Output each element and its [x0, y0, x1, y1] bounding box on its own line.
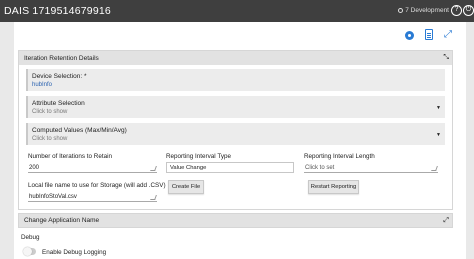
- reporting-length-label: Reporting Interval Length: [304, 153, 375, 160]
- reporting-length-input[interactable]: Click to set: [304, 162, 438, 173]
- retention-card: Iteration Retention Details ⤡ Device Sel…: [19, 51, 452, 209]
- computed-values-hint: Click to show: [32, 136, 68, 142]
- app-name-card-header[interactable]: Change Application Name ⤢: [19, 214, 452, 227]
- computed-values[interactable]: Computed Values (Max/Min/Avg) Click to s…: [26, 123, 445, 145]
- device-selection[interactable]: Device Selection: * hubInfo: [26, 69, 445, 91]
- reporting-type-value: Value Change: [170, 165, 207, 171]
- storage-file-value: hubInfoStoVal.csv: [29, 194, 77, 200]
- iterations-input[interactable]: 200: [28, 162, 157, 173]
- resize-handle-icon[interactable]: [431, 166, 438, 171]
- environment-label: 7 Development: [405, 7, 449, 14]
- top-bar: DAIS 1719514679916 7 Development ? ⏻: [0, 0, 474, 22]
- app-title: DAIS 1719514679916: [4, 5, 111, 17]
- resize-handle-icon[interactable]: [150, 195, 157, 200]
- debug-toggle-label: Enable Debug Logging: [42, 249, 107, 256]
- storage-file-input[interactable]: hubInfoStoVal.csv: [28, 191, 157, 202]
- reporting-length-placeholder: Click to set: [305, 165, 335, 171]
- app-name-card[interactable]: Change Application Name ⤢: [19, 214, 452, 227]
- power-icon[interactable]: ⏻: [463, 5, 474, 16]
- reporting-type-select[interactable]: Value Change: [166, 162, 294, 173]
- device-selection-value[interactable]: hubInfo: [32, 82, 52, 88]
- storage-file-label: Local file name to use for Storage (will…: [28, 182, 166, 189]
- expand-icon[interactable]: ⤢: [443, 217, 449, 225]
- retention-card-title: Iteration Retention Details: [24, 55, 99, 62]
- iterations-label: Number of Iterations to Retain: [28, 153, 112, 160]
- device-selection-label: Device Selection: *: [32, 73, 87, 80]
- hub-icon: [398, 8, 404, 13]
- resize-handle-icon[interactable]: [150, 166, 157, 171]
- collapse-icon[interactable]: ⤡: [443, 54, 449, 62]
- restart-reporting-button[interactable]: Restart Reporting: [308, 180, 359, 194]
- document-icon[interactable]: [425, 29, 433, 40]
- expand-icon[interactable]: ⤢: [444, 30, 454, 40]
- computed-values-label: Computed Values (Max/Min/Avg): [32, 127, 127, 134]
- attribute-selection-label: Attribute Selection: [32, 100, 85, 107]
- attribute-selection-hint: Click to show: [32, 109, 68, 115]
- chevron-down-icon[interactable]: ▼: [436, 105, 441, 111]
- iterations-value: 200: [29, 165, 40, 171]
- app-name-card-title: Change Application Name: [24, 217, 100, 224]
- debug-toggle[interactable]: [23, 247, 36, 256]
- debug-label: Debug: [21, 234, 40, 241]
- attribute-selection[interactable]: Attribute Selection Click to show ▼: [26, 96, 445, 118]
- gear-icon[interactable]: [405, 31, 414, 40]
- help-icon[interactable]: ?: [451, 5, 462, 16]
- create-file-button[interactable]: Create File: [168, 180, 204, 194]
- retention-card-header[interactable]: Iteration Retention Details ⤡: [19, 51, 452, 65]
- main-page: ⤢ Iteration Retention Details ⤡ Device S…: [14, 22, 466, 259]
- environment-indicator[interactable]: 7 Development: [398, 7, 449, 14]
- reporting-type-label: Reporting Interval Type: [166, 153, 231, 160]
- chevron-down-icon[interactable]: ▼: [436, 132, 441, 138]
